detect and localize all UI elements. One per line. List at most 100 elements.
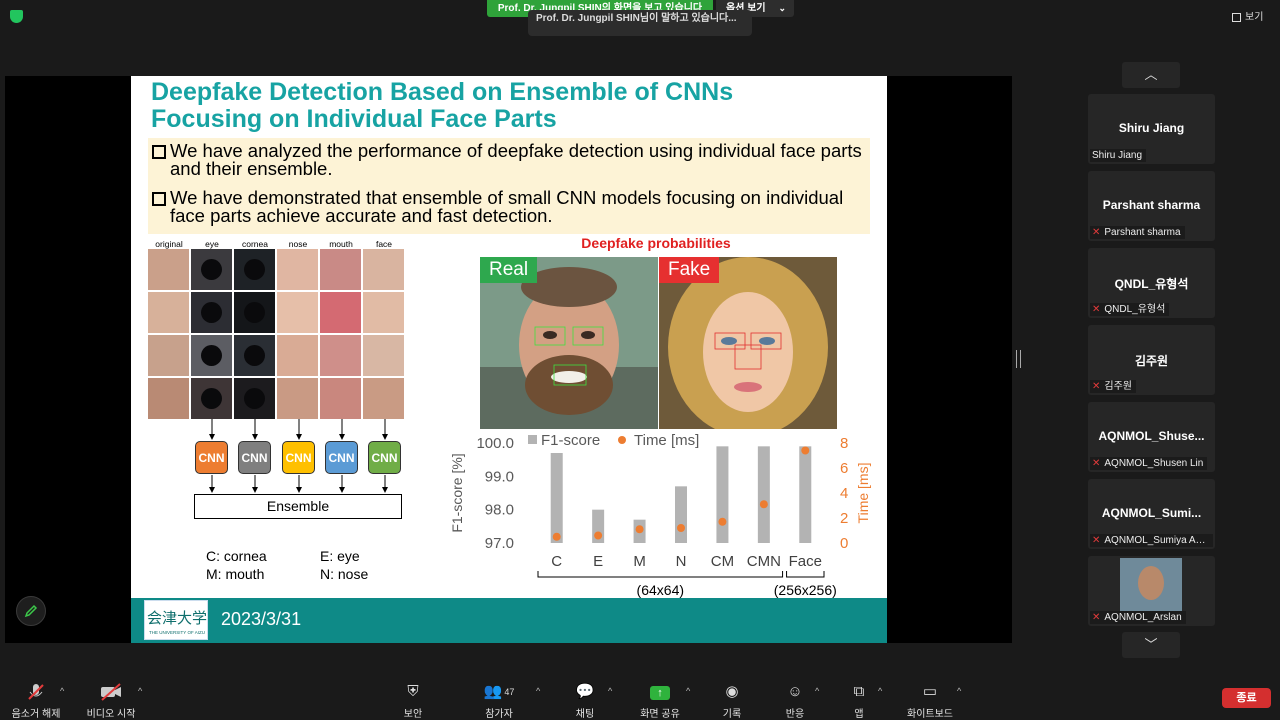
view-button[interactable]: 보기 (1232, 8, 1263, 23)
apps-options-caret[interactable]: ^ (878, 686, 882, 696)
participant-label: ✕ AQNMOL_Sumiya Akt... (1090, 534, 1213, 547)
logo-text: 会津大学 (147, 609, 208, 627)
avatar-face-shape (1138, 566, 1164, 600)
reactions-options-caret[interactable]: ^ (815, 686, 819, 696)
participant-label-text: 김주원 (1104, 381, 1132, 392)
participant-name: Parshant sharma (1102, 198, 1201, 212)
security-button[interactable]: ⛨ 보안 (395, 682, 431, 720)
participant-tile[interactable]: QNDL_유형석 ✕ QNDL_유형석 (1088, 248, 1215, 318)
participant-label-text: QNDL_유형석 (1104, 304, 1166, 315)
participant-tile[interactable]: AQNMOL_Sumi... ✕ AQNMOL_Sumiya Akt... (1088, 479, 1215, 549)
legend-eye: E: eye (320, 548, 360, 564)
participant-tile[interactable]: Shiru Jiang Shiru Jiang (1088, 94, 1215, 164)
security-label: 보안 (403, 709, 423, 720)
cnn-block-cornea: CNN (195, 441, 228, 474)
end-meeting-button[interactable]: 종료 (1222, 688, 1271, 708)
cnn-block-mouth: CNN (282, 441, 315, 474)
x-tick-label: CMN (747, 553, 781, 570)
mic-off-icon: ✕ (1092, 304, 1101, 315)
participant-label: ✕ AQNMOL_Arslan (1090, 611, 1186, 624)
chevron-up-icon: ︿ (1144, 67, 1158, 82)
start-video-label: 비디오 시작 (86, 709, 136, 720)
y2-tick-label: 2 (840, 510, 848, 527)
legend-cornea: C: cornea (206, 548, 267, 564)
record-icon: ◉ (725, 683, 739, 700)
legend-nose: N: nose (320, 566, 369, 582)
chat-label: 채팅 (575, 709, 595, 720)
smile-icon: ☺ (787, 683, 803, 700)
start-video-button[interactable]: 비디오 시작 (84, 682, 138, 720)
participant-tile[interactable]: AQNMOL_Shuse... ✕ AQNMOL_Shusen Lin (1088, 402, 1215, 472)
record-button[interactable]: ◉ 기록 (716, 682, 748, 720)
slide-footer: 会津大学 THE UNIVERSITY OF AIZU 2023/3/31 (131, 598, 887, 643)
x-tick-label: CM (711, 553, 734, 570)
chart-point (677, 524, 685, 532)
apps-button[interactable]: ⧉ 앱 (845, 682, 873, 720)
slide-date: 2023/3/31 (221, 609, 302, 629)
fake-face-photo: Fake (659, 257, 837, 437)
university-logo: 会津大学 THE UNIVERSITY OF AIZU (144, 600, 208, 640)
chat-options-caret[interactable]: ^ (608, 686, 612, 696)
group-bracket (786, 571, 825, 578)
group-bracket (537, 571, 784, 578)
participant-tile[interactable]: ✕ AQNMOL_Arslan (1088, 556, 1215, 626)
shield-icon: ⛨ (407, 683, 419, 700)
audio-options-caret[interactable]: ^ (60, 686, 64, 696)
participant-label-text: AQNMOL_Arslan (1104, 612, 1182, 623)
chevron-down-icon: ⌄ (778, 3, 786, 13)
participants-button[interactable]: 👥 47 참가자 (476, 682, 522, 720)
share-screen-label: 화면 공유 (640, 709, 680, 720)
participants-scroll-up[interactable]: ︿ (1122, 62, 1180, 88)
participant-label-text: AQNMOL_Shusen Lin (1104, 458, 1204, 469)
participant-label: ✕ Parshant sharma (1090, 226, 1185, 239)
pencil-icon (24, 604, 38, 618)
participant-name: QNDL_유형석 (1114, 277, 1189, 291)
participant-label-text: AQNMOL_Sumiya Akt... (1104, 535, 1212, 546)
whiteboard-button[interactable]: ▭ 화이트보드 (902, 682, 958, 720)
participant-tile[interactable]: 김주원 ✕ 김주원 (1088, 325, 1215, 395)
participant-label: ✕ 김주원 (1090, 380, 1136, 393)
shield-icon[interactable] (10, 10, 23, 23)
participants-scroll-down[interactable]: ﹀ (1122, 632, 1180, 658)
chart-point (635, 525, 644, 534)
y-tick-label: 98.0 (485, 502, 514, 519)
reactions-button[interactable]: ☺ 반응 (779, 682, 811, 720)
talking-indicator: Prof. Dr. Jungpil SHIN님이 말하고 있습니다... (528, 10, 752, 36)
shared-slide: Deepfake Detection Based on Ensemble of … (131, 76, 887, 643)
panel-resize-handle[interactable] (1016, 350, 1021, 368)
share-options-caret[interactable]: ^ (686, 686, 690, 696)
y2-tick-label: 4 (840, 485, 848, 502)
performance-chart: 100.0 99.0 98.0 97.0 8 6 4 2 0 F1-score [%] Time [… (449, 432, 871, 598)
chat-button[interactable]: 💬 채팅 (568, 682, 602, 720)
legend-mouth: M: mouth (206, 566, 265, 582)
y-tick-label: 99.0 (485, 468, 514, 485)
participant-tile[interactable]: Parshant sharma ✕ Parshant sharma (1088, 171, 1215, 241)
unmute-button[interactable]: 음소거 해제 (8, 682, 64, 720)
apps-label: 앱 (854, 709, 864, 720)
ensemble-block: Ensemble (194, 494, 402, 519)
x-tick-label: Face (789, 553, 822, 570)
share-screen-button[interactable]: ↑ 화면 공유 (636, 682, 684, 720)
cnn-block-nose: CNN (325, 441, 358, 474)
whiteboard-options-caret[interactable]: ^ (957, 686, 961, 696)
participants-count: 47 (504, 687, 515, 697)
grid-icon (1232, 12, 1241, 22)
video-options-caret[interactable]: ^ (138, 686, 142, 696)
group-label: (64x64) (637, 582, 684, 598)
whiteboard-icon: ▭ (922, 683, 938, 700)
chat-icon: 💬 (575, 683, 595, 700)
chart-point (552, 532, 561, 541)
mic-off-icon: ✕ (1092, 612, 1101, 623)
apps-icon: ⧉ (853, 683, 865, 700)
participant-name: AQNMOL_Shuse... (1098, 429, 1205, 443)
legend-label-f1: F1-score (541, 432, 600, 449)
participant-label: ✕ QNDL_유형석 (1090, 303, 1170, 316)
unmute-label: 음소거 해제 (11, 709, 61, 720)
participants-options-caret[interactable]: ^ (536, 686, 540, 696)
y2-tick-label: 0 (840, 535, 848, 552)
whiteboard-label: 화이트보드 (907, 709, 953, 720)
annotate-pen-button[interactable] (16, 596, 46, 626)
group-label: (256x256) (774, 582, 837, 598)
record-label: 기록 (722, 709, 742, 720)
participant-label-text: Parshant sharma (1104, 227, 1181, 238)
